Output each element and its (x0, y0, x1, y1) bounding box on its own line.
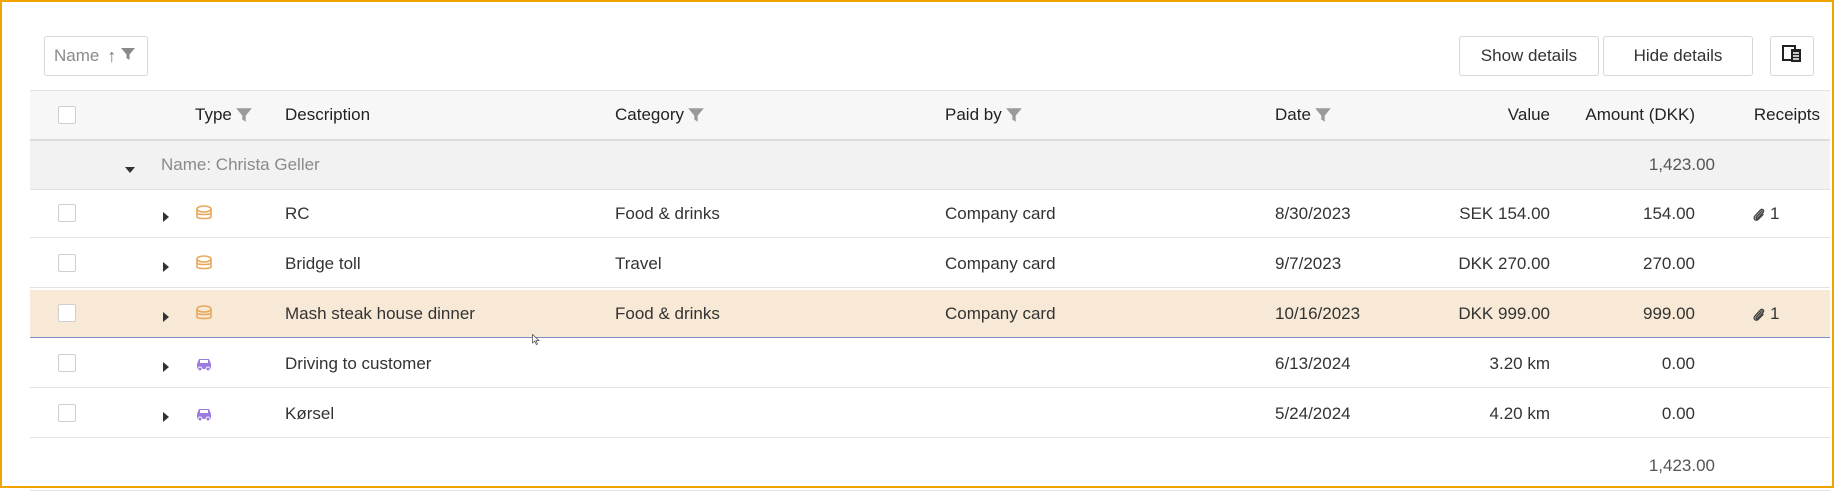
column-type-label: Type (195, 105, 232, 124)
cell-category: Food & drinks (615, 204, 720, 223)
group-total: 1,423.00 (1648, 155, 1715, 174)
cell-date: 8/30/2023 (1275, 204, 1351, 223)
cell-value: DKK 999.00 (1458, 304, 1550, 323)
cell-value: SEK 154.00 (1459, 204, 1550, 223)
cell-description: RC (285, 204, 310, 223)
table-row[interactable]: Driving to customer 6/13/2024 3.20 km 0.00 (30, 340, 1830, 388)
column-date[interactable]: Date (1275, 91, 1332, 139)
column-category[interactable]: Category (615, 91, 705, 139)
column-amount[interactable]: Amount (DKK) (1585, 91, 1695, 139)
column-paid-by-label: Paid by (945, 105, 1002, 124)
cell-category: Food & drinks (615, 304, 720, 323)
row-list: RC Food & drinks Company card 8/30/2023 SEK … (30, 190, 1830, 442)
coins-icon (194, 254, 214, 279)
group-row[interactable]: Name: Christa Geller 1,423.00 (30, 141, 1830, 190)
receipt-count: 1 (1770, 204, 1780, 223)
paid-by-filter-icon[interactable] (1005, 106, 1023, 124)
cell-value: DKK 270.00 (1458, 254, 1550, 273)
cell-amount: 0.00 (1661, 404, 1695, 423)
grid-header: Type Description Category Paid by Date V… (30, 90, 1830, 141)
group-label: Name: Christa Geller (161, 155, 320, 174)
column-value-label: Value (1507, 105, 1550, 124)
cell-paid-by: Company card (945, 304, 1056, 323)
paperclip-icon (1752, 307, 1766, 323)
table-row[interactable]: Kørsel 5/24/2024 4.20 km 0.00 (30, 390, 1830, 438)
footer-total: 1,423.00 (1648, 456, 1715, 475)
cell-amount: 270.00 (1643, 254, 1695, 273)
column-value[interactable]: Value (1508, 91, 1550, 139)
group-chip-label: Name (54, 46, 100, 65)
type-filter-icon[interactable] (235, 106, 253, 124)
grid-footer: 1,423.00 (30, 442, 1830, 491)
car-icon (194, 354, 214, 379)
sort-ascending-icon[interactable]: ↑ (107, 46, 116, 67)
column-category-label: Category (615, 105, 684, 124)
group-by-name-chip[interactable]: Name ↑ (44, 36, 148, 76)
show-details-button[interactable]: Show details (1459, 36, 1599, 76)
column-description-label: Description (285, 105, 371, 124)
row-checkbox[interactable] (58, 354, 76, 372)
cell-paid-by: Company card (945, 254, 1056, 273)
cell-receipts[interactable]: 1 (1752, 290, 1779, 337)
column-chooser-button[interactable] (1770, 36, 1814, 76)
column-paid-by[interactable]: Paid by (945, 91, 1023, 139)
cell-description: Kørsel (285, 404, 335, 423)
cell-date: 5/24/2024 (1275, 404, 1351, 423)
category-filter-icon[interactable] (687, 106, 705, 124)
cell-date: 6/13/2024 (1275, 354, 1351, 373)
cell-date: 10/16/2023 (1275, 304, 1361, 323)
cell-date: 9/7/2023 (1275, 254, 1342, 273)
filter-icon[interactable] (120, 46, 136, 67)
toolbar: Name ↑ Show details Hide details (44, 36, 1814, 78)
cell-description: Driving to customer (285, 354, 432, 373)
column-description[interactable]: Description (285, 91, 370, 139)
receipt-count: 1 (1770, 304, 1780, 323)
row-checkbox[interactable] (58, 254, 76, 272)
expand-row-chevron-icon[interactable] (162, 308, 170, 328)
expand-row-chevron-icon[interactable] (162, 258, 170, 278)
cell-description: Bridge toll (285, 254, 361, 273)
column-chooser-icon (1782, 44, 1802, 68)
column-type[interactable]: Type (195, 91, 253, 139)
table-row[interactable]: Mash steak house dinner Food & drinks Comp… (30, 290, 1830, 338)
coins-icon (194, 304, 214, 329)
column-receipts-label: Receipts (1753, 105, 1820, 124)
row-checkbox[interactable] (58, 304, 76, 322)
expand-row-chevron-icon[interactable] (162, 358, 170, 378)
table-row[interactable]: RC Food & drinks Company card 8/30/2023 SEK … (30, 190, 1830, 238)
cell-amount: 154.00 (1643, 204, 1695, 223)
table-row[interactable]: Bridge toll Travel Company card 9/7/2023 DKK… (30, 240, 1830, 288)
column-receipts[interactable]: Receipts (1754, 91, 1820, 139)
row-checkbox[interactable] (58, 404, 76, 422)
cell-amount: 999.00 (1643, 304, 1695, 323)
cell-amount: 0.00 (1661, 354, 1695, 373)
expenses-grid: Type Description Category Paid by Date V… (30, 90, 1830, 491)
hide-details-button[interactable]: Hide details (1603, 36, 1753, 76)
app-frame: Name ↑ Show details Hide details Type De… (0, 0, 1834, 491)
column-date-label: Date (1275, 105, 1311, 124)
collapse-group-caret-icon[interactable] (124, 160, 136, 180)
row-checkbox[interactable] (58, 204, 76, 222)
mouse-cursor-icon (532, 332, 541, 350)
car-icon (194, 404, 214, 429)
expand-row-chevron-icon[interactable] (162, 208, 170, 228)
cell-paid-by: Company card (945, 204, 1056, 223)
cell-description: Mash steak house dinner (285, 304, 475, 323)
coins-icon (194, 204, 214, 229)
date-filter-icon[interactable] (1314, 106, 1332, 124)
cell-category: Travel (615, 254, 662, 273)
select-all-checkbox[interactable] (58, 106, 76, 124)
cell-receipts[interactable]: 1 (1752, 190, 1779, 237)
cell-value: 4.20 km (1489, 404, 1550, 423)
expand-row-chevron-icon[interactable] (162, 408, 170, 428)
paperclip-icon (1752, 207, 1766, 223)
cell-value: 3.20 km (1489, 354, 1550, 373)
column-amount-label: Amount (DKK) (1585, 105, 1695, 124)
